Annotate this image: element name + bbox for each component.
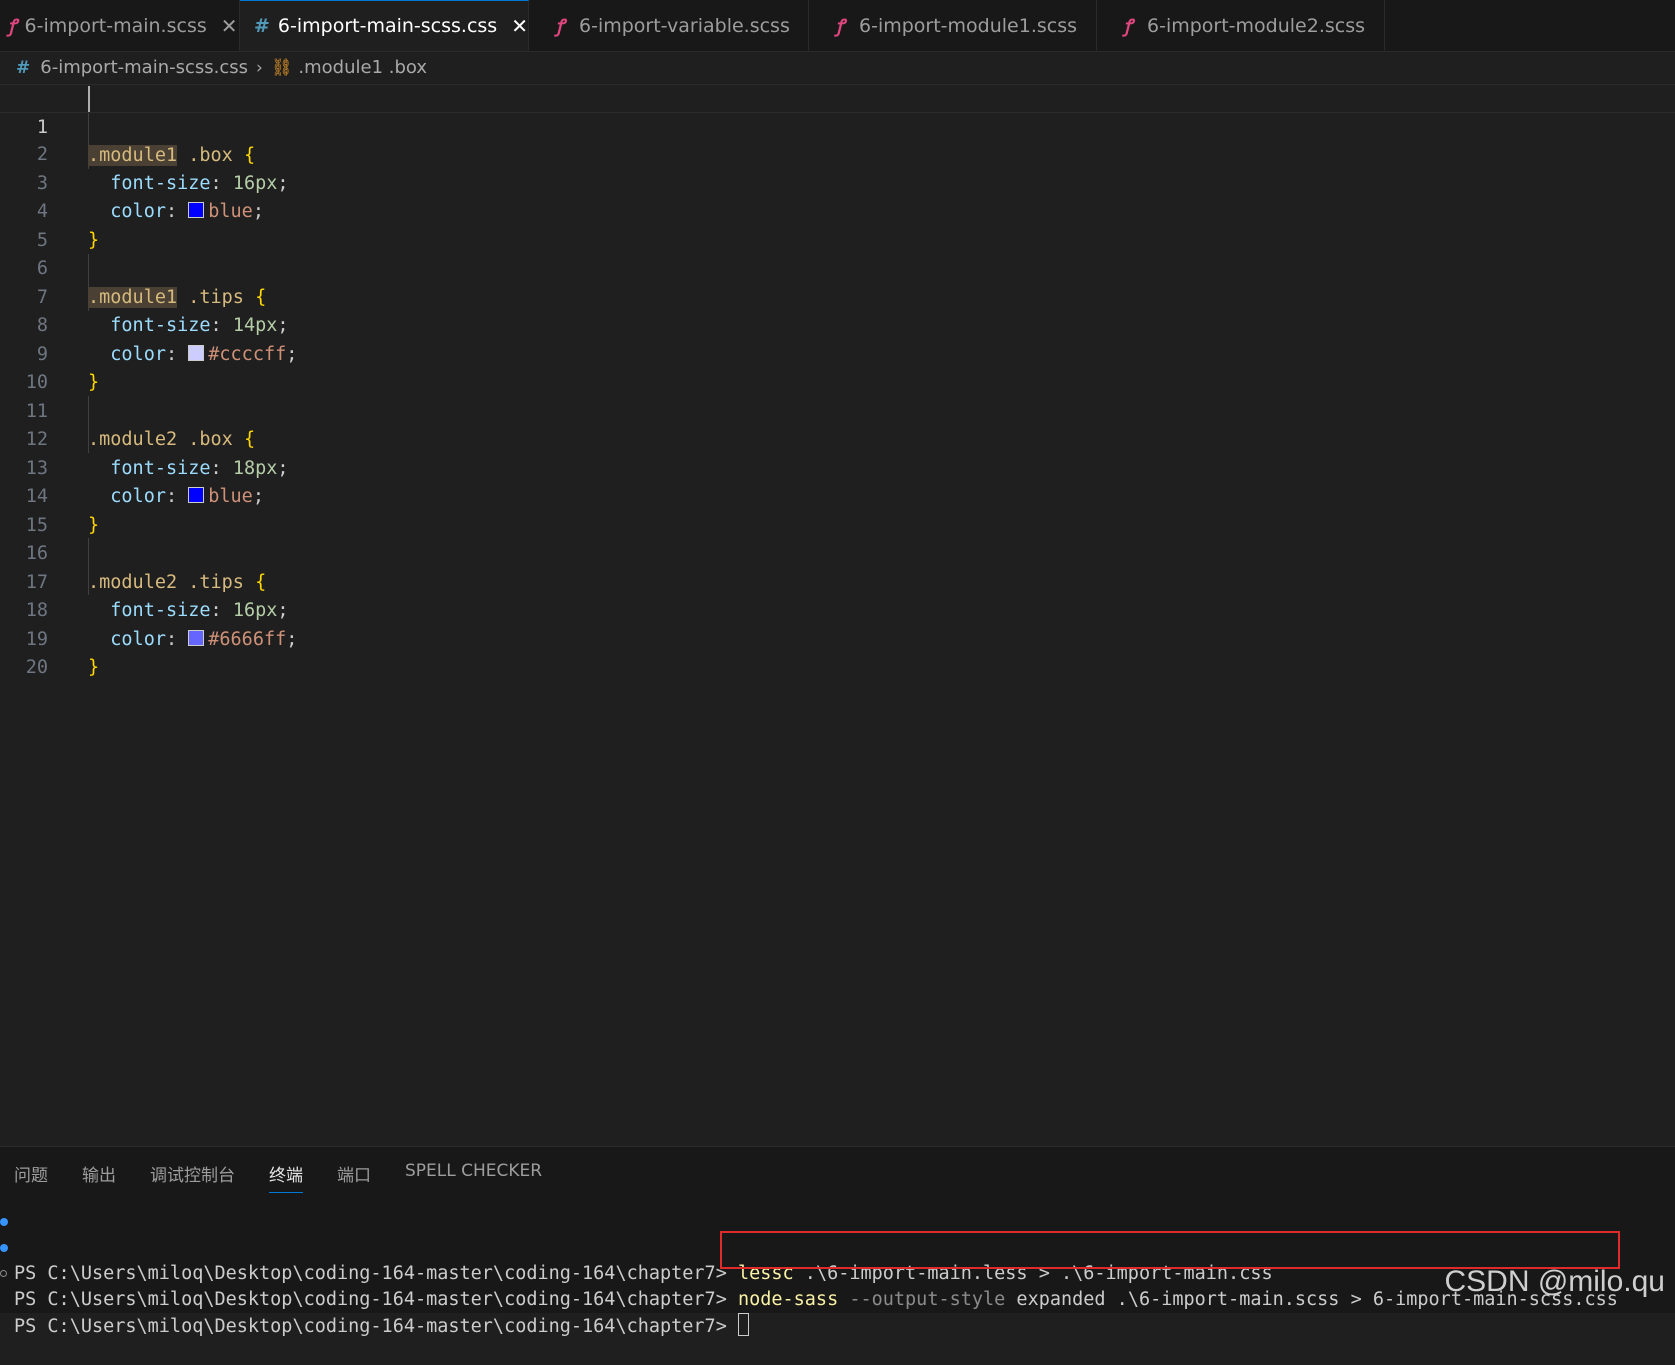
bottom-panel: 问题 输出 调试控制台 终端 端口 SPELL CHECKER PS C:\Us… <box>0 1146 1675 1337</box>
code-line[interactable]: 13 color: blue; <box>0 426 1675 508</box>
text-cursor <box>88 86 90 112</box>
breadcrumb-file[interactable]: 6-import-main-scss.css <box>40 57 248 78</box>
css-hash-icon: # <box>16 57 31 78</box>
code-line[interactable]: 7 font-size: 14px; <box>0 255 1675 337</box>
code-line[interactable]: 10 <box>0 341 1675 393</box>
tab-6-import-module2-scss[interactable]: ꝭ 6-import-module2.scss <box>1097 0 1385 51</box>
tab-6-import-variable-scss[interactable]: ꝭ 6-import-variable.scss <box>529 0 809 51</box>
panel-tabs: 问题 输出 调试控制台 终端 端口 SPELL CHECKER <box>14 1161 576 1193</box>
tab-label: 6-import-main-scss.css <box>277 15 498 37</box>
close-icon[interactable]: ✕ <box>221 14 238 38</box>
tab-output[interactable]: 输出 <box>82 1161 116 1193</box>
close-icon[interactable]: ✕ <box>511 14 528 38</box>
tab-label: 6-import-module1.scss <box>859 14 1078 37</box>
tab-debug-console[interactable]: 调试控制台 <box>150 1161 235 1193</box>
command-success-icon[interactable] <box>0 1244 8 1252</box>
css-hash-icon: # <box>254 15 270 37</box>
command-success-icon[interactable] <box>0 1218 8 1226</box>
code-line[interactable]: 20 <box>0 626 1675 678</box>
code-line[interactable]: 15 <box>0 483 1675 536</box>
code-editor[interactable]: 1 .module1 .box { 2 font-size: 16px; 3 c… <box>0 84 1675 1144</box>
chevron-right-icon: › <box>256 57 263 78</box>
close-brace: } <box>88 657 100 678</box>
terminal-line[interactable]: PS C:\Users\miloq\Desktop\coding-164-mas… <box>0 1261 749 1337</box>
code-line[interactable]: 18 color: #6666ff; <box>0 569 1675 650</box>
code-line[interactable]: 11 .module2 .box { <box>0 369 1675 451</box>
sass-icon: ꝭ <box>835 15 845 37</box>
code-line[interactable]: 6 .module1 .tips { <box>0 227 1675 308</box>
code-line[interactable]: 17 font-size: 16px; <box>0 540 1675 622</box>
terminal-prompt: PS C:\Users\miloq\Desktop\coding-164-mas… <box>14 1263 738 1284</box>
line-number: 20 <box>25 657 48 678</box>
tab-label: 6-import-main.scss <box>24 14 207 37</box>
code-line[interactable]: 3 color: blue; <box>0 141 1675 223</box>
breadcrumb-symbol[interactable]: .module1 .box <box>298 57 427 78</box>
code-line[interactable]: 12 font-size: 18px; <box>0 398 1675 479</box>
tab-label: 6-import-variable.scss <box>579 14 790 37</box>
code-line[interactable]: 14 } <box>0 455 1675 536</box>
sass-icon: ꝭ <box>555 15 565 37</box>
tab-6-import-main-scss[interactable]: ꝭ 6-import-main.scss ✕ <box>0 0 240 51</box>
code-line[interactable]: 8 color: #ccccff; <box>0 284 1675 365</box>
tab-terminal[interactable]: 终端 <box>269 1161 303 1193</box>
terminal-prompt: PS C:\Users\miloq\Desktop\coding-164-mas… <box>14 1289 738 1310</box>
tab-ports[interactable]: 端口 <box>337 1161 371 1193</box>
code-line[interactable]: 16 .module2 .tips { <box>0 512 1675 593</box>
terminal-line[interactable]: PS C:\Users\miloq\Desktop\coding-164-mas… <box>0 1235 1618 1310</box>
code-line[interactable]: 9 } <box>0 312 1675 394</box>
tab-problems[interactable]: 问题 <box>14 1161 48 1193</box>
code-line[interactable]: 2 font-size: 16px; <box>0 113 1675 194</box>
editor-tab-bar: ꝭ 6-import-main.scss ✕ # 6-import-main-s… <box>0 0 1675 52</box>
symbol-class-icon: ⛓ <box>270 57 293 78</box>
code-line[interactable]: 1 .module1 .box { <box>0 84 1675 166</box>
sass-icon: ꝭ <box>8 15 17 37</box>
tab-label: 6-import-module2.scss <box>1147 14 1366 37</box>
terminal-cursor <box>737 1313 749 1336</box>
code-line[interactable]: 19 } <box>0 597 1675 679</box>
code-line[interactable]: 4 } <box>0 170 1675 251</box>
breadcrumb: # 6-import-main-scss.css › ⛓ .module1 .b… <box>0 51 1675 84</box>
terminal-line[interactable]: PS C:\Users\miloq\Desktop\coding-164-mas… <box>0 1209 1273 1284</box>
sass-icon: ꝭ <box>1123 15 1133 37</box>
watermark: CSDN @milo.qu <box>1444 1265 1665 1298</box>
tab-spell-checker[interactable]: SPELL CHECKER <box>405 1161 542 1193</box>
command-pending-icon[interactable] <box>0 1270 7 1277</box>
annotation-highlight-box <box>720 1231 1620 1269</box>
terminal-option: --output-style <box>838 1289 1006 1310</box>
tab-6-import-main-scss-css[interactable]: # 6-import-main-scss.css ✕ <box>240 0 529 51</box>
code-line[interactable]: 5 <box>0 198 1675 251</box>
terminal-prompt: PS C:\Users\miloq\Desktop\coding-164-mas… <box>14 1316 738 1337</box>
tab-6-import-module1-scss[interactable]: ꝭ 6-import-module1.scss <box>809 0 1097 51</box>
terminal-command: node-sass <box>737 1289 839 1310</box>
